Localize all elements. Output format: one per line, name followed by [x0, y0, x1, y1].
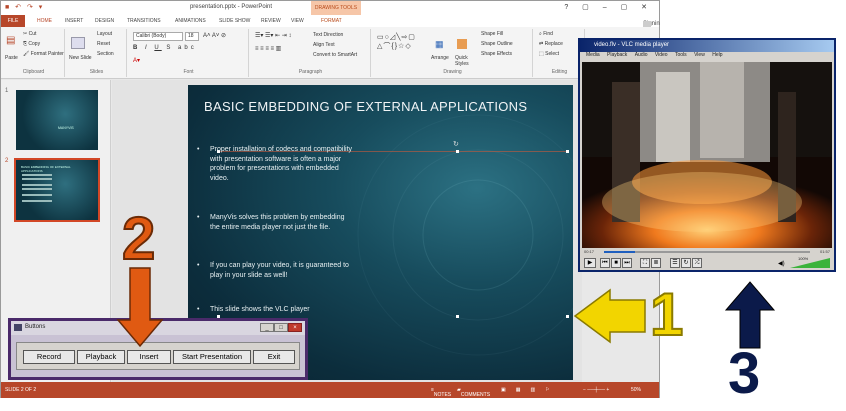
annotation-number-2: 2: [121, 204, 156, 273]
navy-arrow-icon: [724, 281, 776, 349]
annotation-number-1: 1: [649, 280, 684, 349]
screenshot-stage: ■ ↶ ↷ ▾ presentation.pptx - PowerPoint D…: [0, 0, 846, 411]
orange-arrow-icon: [116, 267, 164, 348]
annotation-number-3: 3: [728, 341, 761, 406]
yellow-arrow-icon: [573, 288, 646, 344]
